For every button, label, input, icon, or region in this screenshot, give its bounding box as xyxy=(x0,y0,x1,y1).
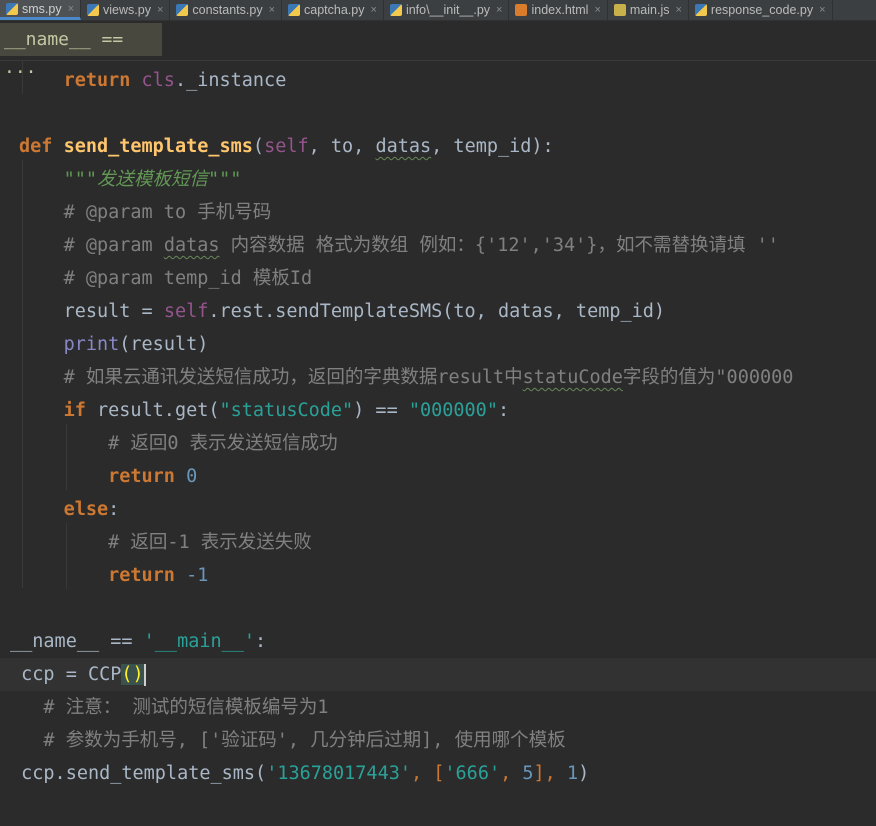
tab-label: response_code.py xyxy=(710,3,814,17)
code-line: return 0 xyxy=(108,466,198,487)
code-line: print(result) xyxy=(63,334,209,355)
matched-bracket: ) xyxy=(132,664,144,685)
tab-label: sms.py xyxy=(22,1,62,16)
tab-main-js[interactable]: main.js × xyxy=(608,0,689,20)
tab-label: index.html xyxy=(531,3,589,17)
code-line: """发送模板短信""" xyxy=(63,169,242,190)
close-icon[interactable]: × xyxy=(594,4,600,16)
py-file-icon xyxy=(6,2,18,15)
py-file-icon xyxy=(176,4,189,16)
tab-label: views.py xyxy=(103,3,151,17)
breadcrumb[interactable]: __name__ == ··· xyxy=(0,23,162,83)
code-line: else: xyxy=(63,499,120,520)
editor-tab-bar: sms.py × views.py × constants.py × captcha.py ×… xyxy=(0,0,876,21)
py-file-icon xyxy=(389,4,402,16)
close-icon[interactable]: × xyxy=(371,4,377,16)
tab-views-py[interactable]: views.py × xyxy=(81,0,171,20)
code-line: # 参数为手机号, ['验证码', 几分钟后过期], 使用哪个模板 xyxy=(43,730,566,751)
code-line: # @param to 手机号码 xyxy=(63,202,272,223)
tab-sms-py[interactable]: sms.py × xyxy=(0,0,82,20)
tab-label: captcha.py xyxy=(304,3,365,17)
close-icon[interactable]: × xyxy=(819,4,825,16)
code-line: # @param datas 内容数据 格式为数组 例如：{'12','34'}… xyxy=(63,235,779,256)
current-line: ccp = CCP() xyxy=(0,658,876,691)
text-caret xyxy=(143,664,146,686)
py-file-icon xyxy=(288,4,301,16)
code-line: if result.get("statusCode") == "000000": xyxy=(63,400,510,421)
tab-label: info\__init__.py xyxy=(405,3,491,17)
tab-captcha-py[interactable]: captcha.py × xyxy=(282,0,384,20)
close-icon[interactable]: × xyxy=(269,4,275,16)
code-line: # 注意： 测试的短信模板编号为1 xyxy=(43,697,329,718)
breadcrumb-divider xyxy=(0,60,876,61)
code-line: # 返回-1 表示发送失败 xyxy=(108,532,312,553)
tab-index-html[interactable]: index.html × xyxy=(509,0,608,20)
code-line: # 返回0 表示发送短信成功 xyxy=(108,433,338,454)
code-line: result = self.rest.sendTemplateSMS(to, d… xyxy=(63,301,666,322)
html-file-icon xyxy=(515,4,528,16)
py-file-icon xyxy=(87,4,100,16)
matched-bracket: ( xyxy=(121,664,133,685)
tab-response-code-py[interactable]: response_code.py × xyxy=(689,0,833,20)
close-icon[interactable]: × xyxy=(675,4,681,16)
code-line: return -1 xyxy=(108,565,209,586)
close-icon[interactable]: × xyxy=(157,4,163,16)
tab-label: main.js xyxy=(629,3,670,17)
code-line: __name__ == '__main__': xyxy=(10,631,267,652)
code-line: def send_template_sms(self, to, datas, t… xyxy=(19,136,554,157)
code-line: return cls._instance xyxy=(63,70,287,91)
code-line: # 如果云通讯发送短信成功，返回的字典数据result中statuCode字段的… xyxy=(63,367,794,388)
py-file-icon xyxy=(694,4,707,16)
code-line: ccp.send_template_sms('13678017443', ['6… xyxy=(21,763,590,784)
code-line: # @param temp_id 模板Id xyxy=(63,268,313,289)
close-icon[interactable]: × xyxy=(68,3,74,15)
tab-label: constants.py xyxy=(192,3,263,17)
tab-constants-py[interactable]: constants.py × xyxy=(170,0,283,20)
close-icon[interactable]: × xyxy=(496,4,502,16)
tab-info-init-py[interactable]: info\__init__.py × xyxy=(384,0,510,20)
js-file-icon xyxy=(613,4,626,16)
